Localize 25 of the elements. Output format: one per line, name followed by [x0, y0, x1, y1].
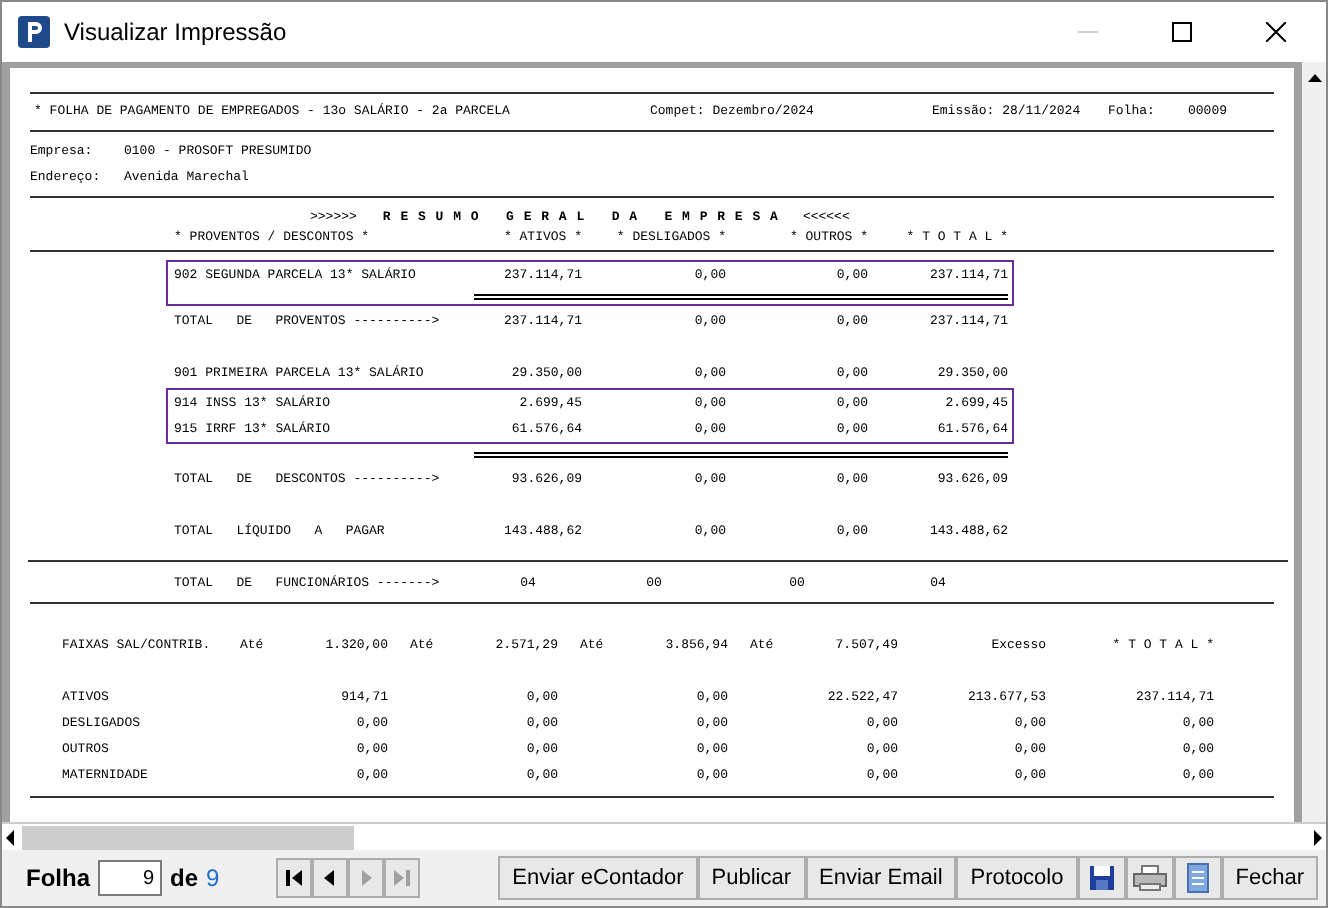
page-nav-button[interactable]	[311, 858, 348, 898]
document-icon	[1185, 862, 1210, 894]
close-icon[interactable]	[1266, 22, 1286, 42]
page-nav-button[interactable]	[275, 858, 312, 898]
toolbar-button[interactable]: Enviar Email	[805, 856, 957, 900]
toolbar-button[interactable]: Protocolo	[956, 856, 1078, 900]
maximize-icon[interactable]	[1172, 22, 1192, 42]
horizontal-scrollbar[interactable]	[2, 822, 1326, 850]
icon-button[interactable]	[1077, 856, 1126, 900]
icon-button[interactable]	[1125, 856, 1174, 900]
page-input[interactable]: 9	[98, 860, 162, 896]
window-title: Visualizar Impressão	[64, 16, 287, 50]
scroll-up-icon[interactable]	[1307, 74, 1321, 82]
page-count: 9	[206, 862, 220, 896]
first-page-icon	[281, 866, 306, 890]
icon-button[interactable]	[1173, 856, 1222, 900]
last-page-icon	[389, 866, 414, 890]
toolbar-button[interactable]: Enviar eContador	[498, 856, 698, 900]
toolbar-button[interactable]: Publicar	[697, 856, 806, 900]
toolbar-button[interactable]: Fechar	[1221, 856, 1318, 900]
printer-icon	[1131, 864, 1168, 892]
scroll-thumb[interactable]	[22, 825, 354, 849]
page-label: Folha	[26, 862, 90, 896]
app-logo-icon	[18, 16, 50, 48]
of-label: de	[170, 862, 199, 896]
